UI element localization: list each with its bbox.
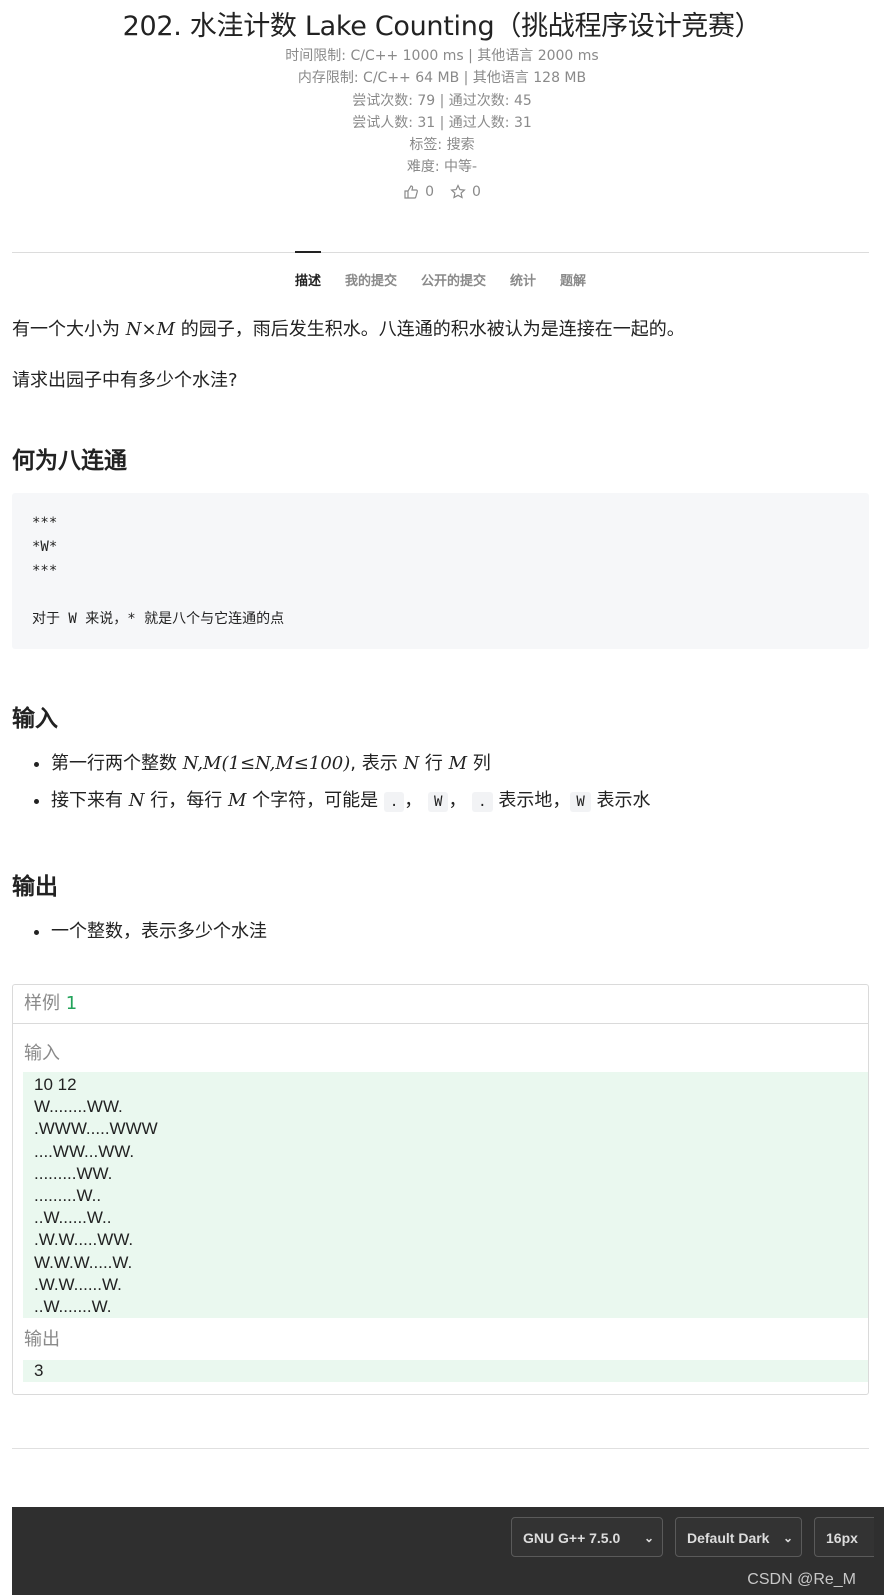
heading-input: 输入	[12, 706, 58, 732]
inline-code-dot: .	[472, 792, 493, 812]
thumbs-up-icon	[404, 185, 419, 199]
problem-meta: 时间限制: C/C++ 1000 ms | 其他语言 2000 ms 内存限制:…	[0, 45, 884, 179]
time-limit: 时间限制: C/C++ 1000 ms | 其他语言 2000 ms	[285, 48, 599, 64]
sample-header: 样例 1	[13, 985, 868, 1024]
compiler-value: GNU G++ 7.5.0	[523, 1530, 621, 1546]
difficulty: 难度: 中等-	[406, 159, 478, 176]
sample-input-label: 输入	[24, 1043, 60, 1064]
heading-eight-connected: 何为八连通	[12, 448, 127, 474]
inline-code-w: W	[428, 792, 449, 812]
memory-limit: 内存限制: C/C++ 64 MB | 其他语言 128 MB	[297, 70, 587, 87]
input-item-1-math: N,M(1≤N,M≤100)	[182, 753, 351, 774]
input-item-2-n: N	[128, 790, 145, 811]
sample-number: 1	[65, 993, 78, 1014]
input-item-2-text: 接下来有	[51, 790, 129, 811]
input-list: 第一行两个整数 N,M(1≤N,M≤100), 表示 N 行 M 列 接下来有 …	[12, 745, 869, 821]
sample-output: 3	[23, 1360, 868, 1383]
chevron-down-icon: ⌄	[782, 1531, 793, 1545]
problem-title: 202. 水洼计数 Lake Counting（挑战程序设计竞赛）	[122, 11, 762, 42]
tab-solutions[interactable]: 题解	[560, 253, 586, 297]
inline-code-w: W	[570, 792, 591, 812]
input-item-1: 第一行两个整数 N,M(1≤N,M≤100), 表示 N 行 M 列	[51, 745, 869, 782]
input-item-2: 接下来有 N 行，每行 M 个字符，可能是 .， W， . 表示地，W 表示水	[51, 782, 869, 821]
input-item-2-text-b: 行，每行	[144, 790, 228, 811]
problem-header: 202. 水洼计数 Lake Counting（挑战程序设计竞赛） 时间限制: …	[0, 0, 884, 203]
separator: ，	[404, 790, 423, 811]
input-item-1-text-c: 行	[419, 753, 449, 774]
font-size-select[interactable]: 16px	[814, 1517, 874, 1557]
input-item-2-text-c: 个字符，可能是	[246, 790, 384, 811]
star-icon	[450, 183, 466, 199]
chevron-down-icon: ⌄	[643, 1531, 654, 1545]
tab-description[interactable]: 描述	[294, 251, 321, 297]
star-count: 0	[472, 183, 481, 200]
separator: ，	[448, 790, 467, 811]
tab-my-submissions[interactable]: 我的提交	[345, 253, 397, 297]
intro-text-end: 的园子，雨后发生积水。八连通的积水被认为是连接在一起的。	[175, 319, 685, 340]
compiler-select[interactable]: GNU G++ 7.5.0 ⌄	[511, 1517, 663, 1557]
like-button[interactable]: 0	[403, 181, 434, 203]
input-item-2-text-d: 表示地，	[492, 790, 571, 811]
star-button[interactable]: 0	[450, 181, 481, 203]
output-item-1: 一个整数，表示多少个水洼	[51, 913, 869, 950]
problem-description: 有一个大小为 N×M 的园子，雨后发生积水。八连通的积水被认为是连接在一起的。 …	[12, 316, 869, 1396]
sample-input: 10 12 W........WW. .WWW.....WWW ....WW..…	[23, 1072, 868, 1319]
sample-output-label: 输出	[24, 1329, 60, 1351]
intro-paragraph: 有一个大小为 N×M 的园子，雨后发生积水。八连通的积水被认为是连接在一起的。	[12, 316, 869, 344]
theme-value: Default Dark	[687, 1530, 770, 1546]
tags: 标签: 搜索	[409, 137, 475, 154]
intro-text: 有一个大小为	[12, 319, 126, 340]
heading-output: 输出	[12, 874, 58, 900]
tab-public-submissions[interactable]: 公开的提交	[421, 253, 486, 297]
input-item-1-m: M	[448, 753, 468, 774]
watermark: CSDN @Re_M	[747, 1571, 856, 1588]
question-paragraph: 请求出园子中有多少个水洼?	[12, 370, 238, 391]
like-count: 0	[425, 183, 434, 200]
output-list: 一个整数，表示多少个水洼	[12, 913, 869, 950]
connectivity-code-block: *** *W* *** 对于 W 来说，* 就是八个与它连通的点	[12, 493, 869, 649]
intro-math: N×M	[125, 319, 175, 340]
input-item-1-n: N	[403, 753, 420, 774]
input-item-1-text-b: , 表示	[350, 753, 404, 774]
tab-bar: 描述 我的提交 公开的提交 统计 题解	[12, 251, 869, 297]
font-size-value: 16px	[826, 1530, 858, 1546]
tab-statistics[interactable]: 统计	[510, 253, 536, 297]
input-item-2-text-e: 表示水	[590, 790, 651, 811]
vote-bar: 0 0	[0, 181, 884, 203]
input-item-2-m: M	[227, 790, 247, 811]
theme-select[interactable]: Default Dark ⌄	[675, 1517, 802, 1557]
divider	[12, 1448, 869, 1449]
attempt-count: 尝试次数: 79 | 通过次数: 45	[352, 92, 532, 109]
sample-box: 样例 1 输入 10 12 W........WW. .WWW.....WWW …	[12, 984, 869, 1396]
sample-label: 样例	[24, 993, 60, 1014]
input-item-1-text: 第一行两个整数	[51, 753, 183, 774]
inline-code-dot: .	[383, 792, 405, 812]
user-count: 尝试人数: 31 | 通过人数: 31	[352, 114, 532, 131]
input-item-1-text-d: 列	[467, 753, 491, 774]
